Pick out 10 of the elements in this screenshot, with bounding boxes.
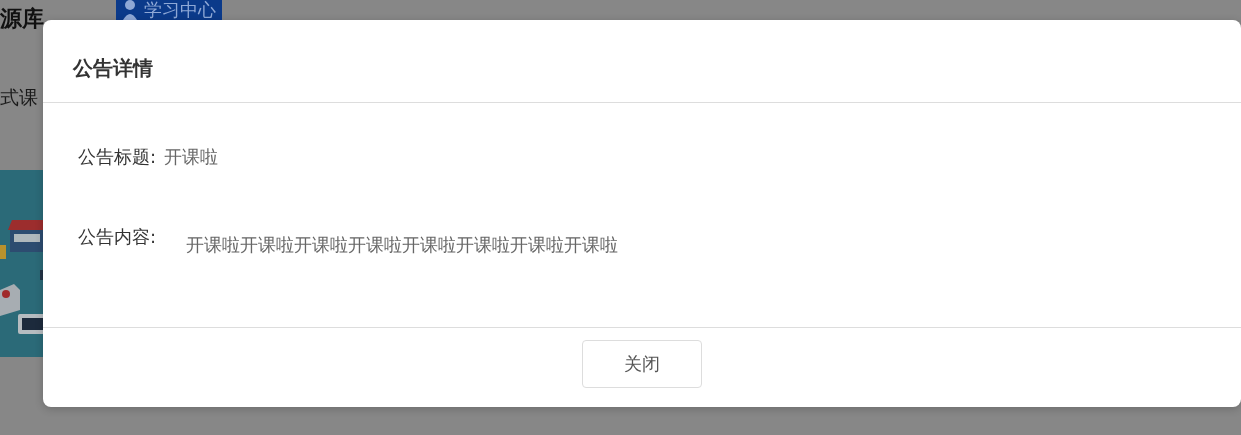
field-value: 开课啦开课啦开课啦开课啦开课啦开课啦开课啦开课啦 [186, 233, 619, 257]
study-center-button[interactable]: 学习中心 [116, 0, 222, 20]
dialog-title: 公告详情 [73, 54, 153, 82]
course-tab[interactable]: 式课 [0, 85, 38, 111]
person-icon [122, 0, 138, 20]
field-label: 公告标题: [78, 145, 157, 169]
field-label: 公告内容: [78, 225, 157, 249]
field-value: 开课啦 [164, 145, 219, 169]
close-button[interactable]: 关闭 [582, 339, 702, 388]
site-title: 源库 [0, 5, 44, 33]
